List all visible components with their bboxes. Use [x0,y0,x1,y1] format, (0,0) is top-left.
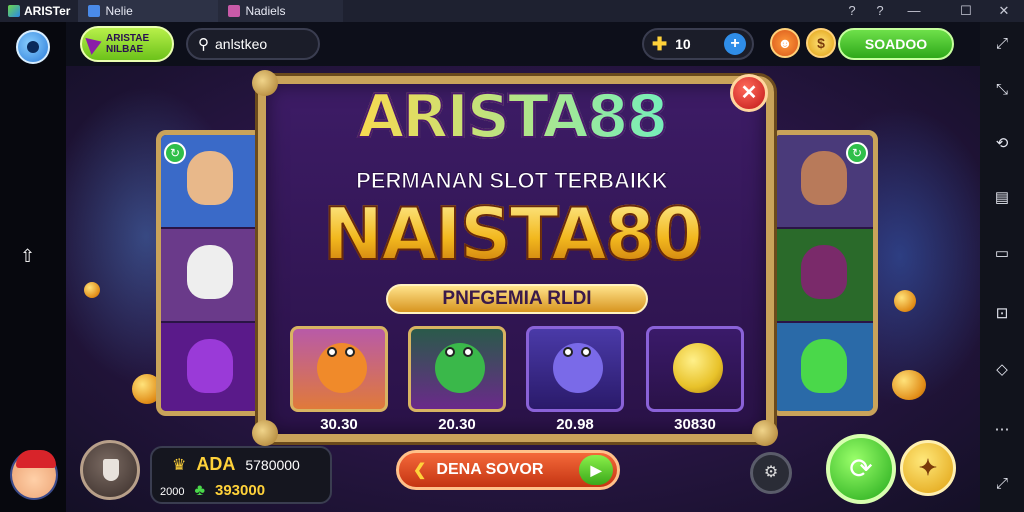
logo-triangle-icon [85,33,105,55]
tab-label: Nadiels [245,4,286,18]
avatar-cap [16,450,56,468]
gem-icon: ♣ [194,482,205,499]
character-eye [345,347,355,357]
shrink-icon[interactable]: ⤡ [992,80,1012,100]
app-root: { "window": { "app_title": "ARISTer", "t… [0,0,1024,512]
coin-balance: ✚ 10 + [642,28,754,60]
game-logo-button[interactable]: ARISTAE NILBAE [80,26,174,62]
tab-label: Nelie [105,4,133,18]
play-arrow-icon: ▶ [579,455,613,485]
wolf-character [553,343,603,393]
more-icon[interactable]: ⋯ [992,420,1012,440]
gold-pot-icon [673,343,723,393]
app-title-area: ARISTer [0,0,78,22]
character-face [801,339,847,393]
profile-icon[interactable]: ☻ [770,28,800,58]
game-tile-value: 30.30 [320,416,358,433]
shield-button[interactable] [80,440,140,500]
game-tile-value: 30830 [674,416,716,433]
coin-decoration [894,290,916,312]
settings-button[interactable]: ⚙ [750,452,792,494]
character-eye [581,347,591,357]
puzzle-icon: ✚ [652,33,668,54]
game-tile-value: 20.30 [438,416,476,433]
gold-coin-icon[interactable]: $ [806,28,836,58]
play-now-button[interactable]: ❮ DENA SOVOR ▶ [396,450,620,490]
game-tile-value: 20.98 [556,416,594,433]
expand-icon[interactable]: ⤢ [992,474,1012,494]
promo-headline: NAISTA80 [0,191,1024,277]
search-icon: ⚲ [198,36,209,53]
coin-count: 10 [675,36,691,52]
tab-page-icon [88,5,101,17]
fox-character [317,343,367,393]
app-logo-icon [8,5,20,17]
character-eye [445,347,455,357]
window-titlebar: ARISTer Nelie Nadiels ? ? — ☐ ✕ [0,0,1024,22]
rotate-icon[interactable]: ⟲ [992,134,1012,154]
stat-value: 393000 [214,482,266,499]
game-tile-goblin[interactable] [408,326,506,412]
coin-decoration [892,370,926,400]
character-eye [563,347,573,357]
goblin-character [435,343,485,393]
frame-corner [752,420,778,446]
screen-icon[interactable]: ▭ [992,244,1012,264]
character-card[interactable] [161,323,259,411]
screenshot-icon[interactable]: ⊡ [992,304,1012,324]
stat-row: 2000 ♣ 393000 [160,482,265,500]
promo-tagline: PNFGEMIA RLDI [386,284,648,314]
close-window-button[interactable]: ✕ [990,0,1018,22]
character-card[interactable] [775,323,873,411]
tab-nadiels[interactable]: Nadiels [218,0,344,22]
deposit-button[interactable]: SOADOO [838,28,954,60]
fullscreen-icon[interactable]: ⤢ [992,34,1012,54]
stat-label: 2000 [160,486,185,498]
minimize-button[interactable]: — [900,0,928,22]
player-avatar[interactable] [10,450,58,500]
character-eye [327,347,337,357]
keyboard-icon[interactable]: ▤ [992,188,1012,208]
bonus-button[interactable]: ✦ [900,440,956,496]
character-face [187,339,233,393]
game-tile-fox[interactable] [290,326,388,412]
frame-corner [252,420,278,446]
right-sidebar: ⤢ ⤡ ⟲ ▤ ▭ ⊡ ◇ ⋯ ⤢ [980,22,1024,512]
player-stats: ♛ ADA 5780000 2000 ♣ 393000 [150,446,332,504]
stat-label: ADA [196,454,236,474]
game-tile-treasure[interactable] [646,326,744,412]
game-tile-wolf[interactable] [526,326,624,412]
spin-button[interactable]: ⟳ [826,434,896,504]
logo-text: ARISTAE [106,33,150,44]
stat-row: ♛ ADA 5780000 [172,454,300,475]
promo-subtitle: PERMANAN SLOT TERBAIKK [356,168,669,194]
tab-nelie[interactable]: Nelie [78,0,219,22]
add-coins-button[interactable]: + [724,33,746,55]
maximize-button[interactable]: ☐ [952,0,980,22]
character-eye [463,347,473,357]
logo-text: NILBAE [106,44,144,55]
app-title: ARISTer [24,4,71,18]
search-field[interactable]: ⚲ anlstkeo [186,28,320,60]
stat-value: 5780000 [245,457,300,473]
brand-title: ARISTA88 [0,81,1024,153]
help-icon[interactable]: ? [838,0,866,22]
search-value: anlstkeo [215,36,268,52]
coin-decoration [84,282,100,298]
info-icon[interactable]: ? [866,0,894,22]
crown-icon: ♛ [172,457,187,474]
tab-page-icon [228,5,241,17]
emulator-logo-icon[interactable] [16,30,50,64]
chevron-left-icon: ❮ [413,462,427,479]
erase-icon[interactable]: ◇ [992,360,1012,380]
play-label: DENA SOVOR [436,461,544,478]
